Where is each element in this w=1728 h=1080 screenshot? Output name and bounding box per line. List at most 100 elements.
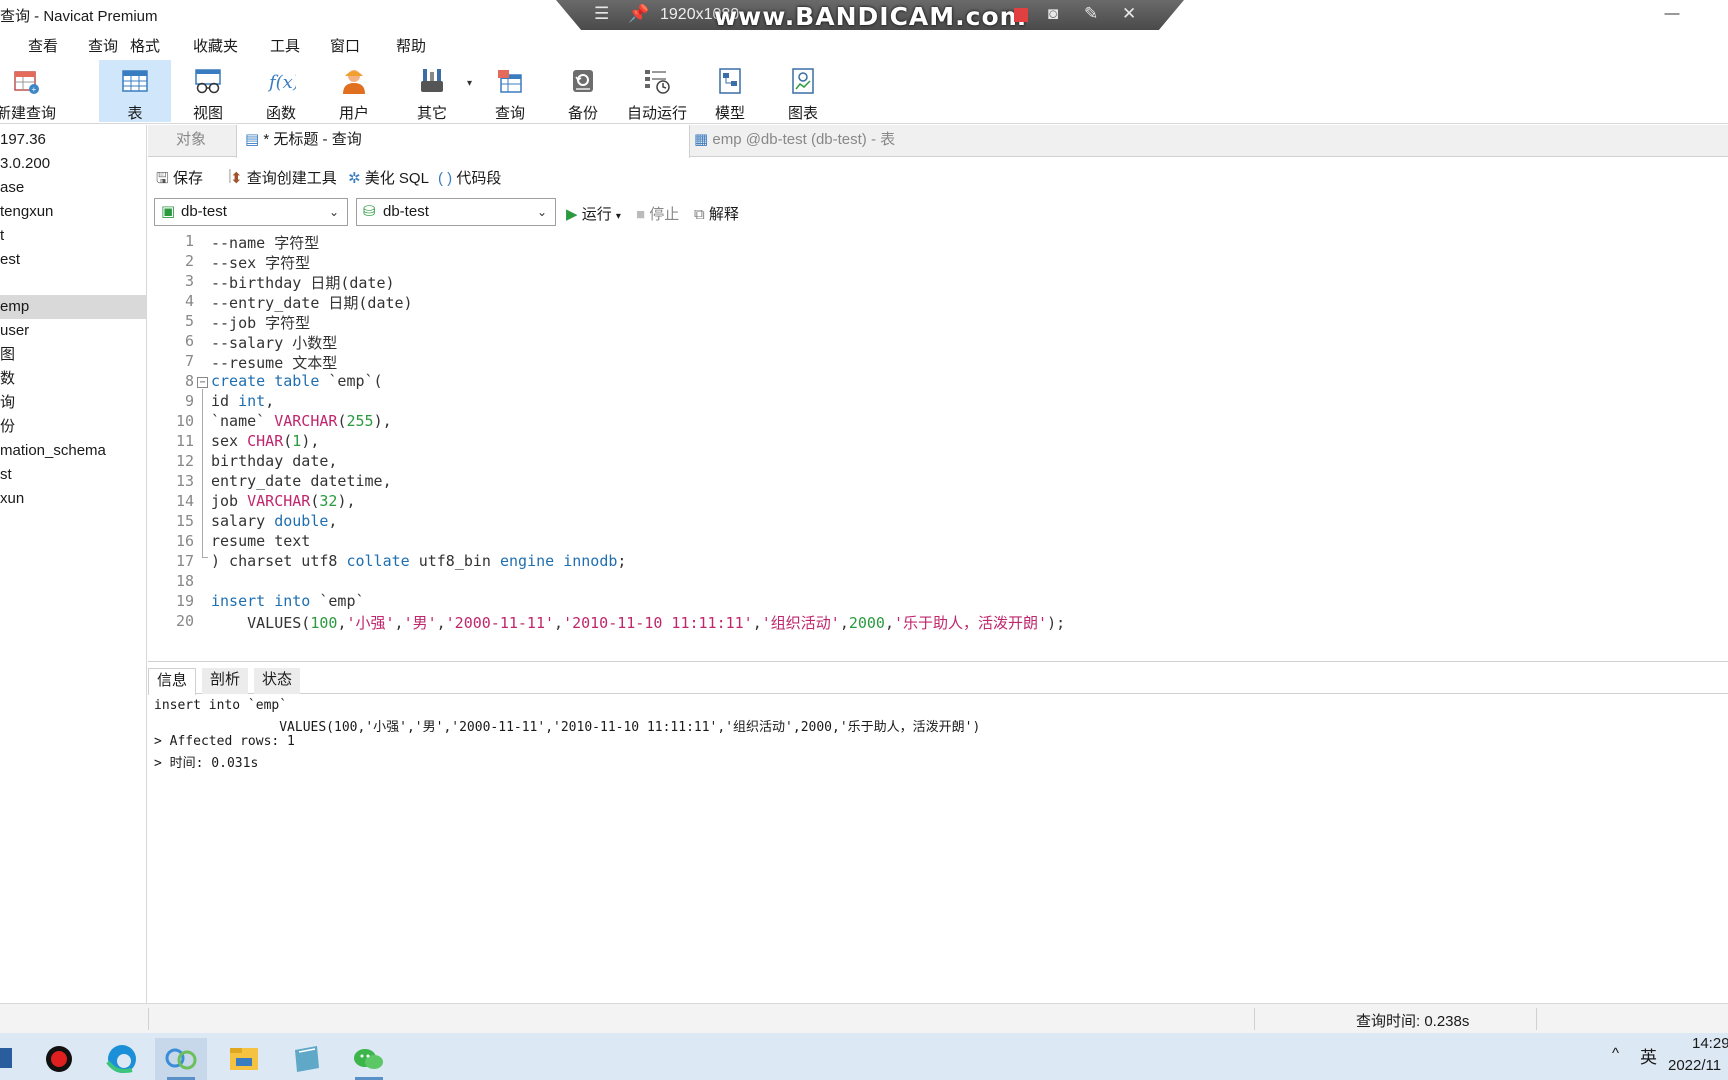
table-button[interactable]: 表 xyxy=(99,60,171,122)
code-line[interactable]: create table `emp`( xyxy=(211,372,383,390)
dropdown-caret-icon[interactable]: ▾ xyxy=(467,78,472,89)
menu-format[interactable]: 格式 xyxy=(130,35,160,56)
notebook-app-icon[interactable] xyxy=(281,1038,333,1080)
tree-item[interactable]: 图 xyxy=(0,343,146,367)
sql-editor[interactable]: 1 2 3 4 5 6 7 8 9 10 11 12 13 14 15 16 1… xyxy=(148,232,1728,662)
chart-button[interactable]: 图表 xyxy=(767,60,839,122)
tree-item[interactable]: st xyxy=(0,463,146,487)
ime-indicator[interactable]: 英 xyxy=(1640,1043,1657,1068)
code-token: utf8_bin xyxy=(409,552,500,570)
tree-item[interactable]: xun xyxy=(0,487,146,511)
view-button[interactable]: 视图 xyxy=(172,60,244,122)
wechat-app-icon[interactable] xyxy=(343,1038,395,1080)
explain-icon: ⧉ xyxy=(694,206,705,223)
code-line[interactable]: `name` VARCHAR(255), xyxy=(211,412,392,430)
code-line[interactable]: --sex 字符型 xyxy=(211,252,310,273)
tree-item[interactable]: user xyxy=(0,319,146,343)
tree-item[interactable] xyxy=(0,272,146,296)
tab-info[interactable]: 信息 xyxy=(148,668,197,695)
code-line[interactable]: --name 字符型 xyxy=(211,232,319,253)
new-query-button[interactable]: + 新建查询 xyxy=(0,60,62,122)
file-explorer-icon[interactable] xyxy=(218,1038,270,1080)
pin-icon[interactable]: 📌 xyxy=(628,4,649,24)
tools-button[interactable]: 其它 ▾ xyxy=(396,60,472,122)
tab-untitled-query[interactable]: ▤ * 无标题 - 查询 xyxy=(236,125,690,158)
code-line[interactable]: resume text xyxy=(211,532,310,550)
menu-window[interactable]: 窗口 xyxy=(330,35,360,56)
chevron-down-icon: ⌄ xyxy=(328,205,339,219)
clock-time[interactable]: 14:29 xyxy=(1692,1035,1728,1052)
tab-emp-table[interactable]: ▦ emp @db-test (db-test) - 表 xyxy=(690,125,990,157)
navicat-app-icon[interactable] xyxy=(155,1038,207,1080)
camera-icon[interactable]: ◙ xyxy=(1048,4,1058,24)
save-button[interactable]: 🖫 保存 xyxy=(156,167,203,193)
code-line[interactable]: --salary 小数型 xyxy=(211,332,337,353)
beautify-sql-button[interactable]: ✲ 美化 SQL xyxy=(348,167,429,188)
user-button[interactable]: 用户 xyxy=(318,60,390,122)
fold-toggle-icon[interactable]: − xyxy=(197,377,208,388)
code-line[interactable]: birthday date, xyxy=(211,452,337,470)
clock-date[interactable]: 2022/11 xyxy=(1668,1057,1721,1074)
code-line[interactable]: salary double, xyxy=(211,512,337,530)
tree-item[interactable]: mation_schema xyxy=(0,439,146,463)
code-line[interactable]: --job 字符型 xyxy=(211,312,310,333)
code-line[interactable]: job VARCHAR(32), xyxy=(211,492,356,510)
menu-tools[interactable]: 工具 xyxy=(270,35,300,56)
tray-overflow-icon[interactable]: ^ xyxy=(1612,1045,1619,1062)
line-number: 14 xyxy=(175,492,194,510)
tab-profile[interactable]: 剖析 xyxy=(202,668,249,694)
code-token: int xyxy=(238,392,266,410)
code-line[interactable]: --resume 文本型 xyxy=(211,352,337,373)
tree-item[interactable]: 份 xyxy=(0,415,146,439)
code-line[interactable]: --birthday 日期(date) xyxy=(211,272,395,293)
tree-item[interactable]: 197.36 xyxy=(0,128,146,152)
query-button[interactable]: 查询 xyxy=(474,60,546,122)
code-line[interactable]: insert into `emp` xyxy=(211,592,365,610)
menu-favorites[interactable]: 收藏夹 xyxy=(193,35,238,56)
tab-status[interactable]: 状态 xyxy=(254,668,301,694)
code-line[interactable]: --entry_date 日期(date) xyxy=(211,292,413,313)
query-builder-button[interactable]: ⬍ 查询创建工具 xyxy=(230,167,337,188)
tree-item[interactable]: ase xyxy=(0,176,146,200)
code-line[interactable]: entry_date datetime, xyxy=(211,472,392,490)
explain-button[interactable]: ⧉ 解释 xyxy=(694,203,739,224)
edge-browser-icon[interactable] xyxy=(96,1038,148,1080)
model-button[interactable]: 模型 xyxy=(694,60,766,122)
tab-objects[interactable]: 对象 xyxy=(166,125,206,157)
pencil-icon[interactable]: ✎ xyxy=(1084,4,1098,24)
tree-item-emp[interactable]: emp xyxy=(0,295,146,319)
code-token: '组织活动' xyxy=(761,614,840,632)
database-select[interactable]: ⛁ db-test ⌄ xyxy=(356,198,556,226)
schedule-button[interactable]: 自动运行 xyxy=(620,60,694,122)
tree-item[interactable]: t xyxy=(0,224,146,248)
line-number: 18 xyxy=(175,572,194,590)
code-line[interactable]: id int, xyxy=(211,392,274,410)
minimize-button[interactable]: — xyxy=(1660,2,1684,26)
code-line[interactable]: ) charset utf8 collate utf8_bin engine i… xyxy=(211,552,626,570)
record-app-icon[interactable] xyxy=(33,1038,85,1080)
menu-view[interactable]: 查看 xyxy=(28,35,58,56)
line-number: 20 xyxy=(175,612,194,630)
schedule-label: 自动运行 xyxy=(626,105,687,122)
menu-query[interactable]: 查询 xyxy=(88,35,118,56)
record-stop-icon[interactable] xyxy=(1014,8,1028,22)
tree-item[interactable]: tengxun xyxy=(0,200,146,224)
taskbar-app-icon[interactable] xyxy=(0,1038,30,1080)
code-snippet-button[interactable]: ( ) 代码段 xyxy=(438,167,501,188)
code-line[interactable]: VALUES(100,'小强','男','2000-11-11','2010-1… xyxy=(211,612,1065,633)
menu-help[interactable]: 帮助 xyxy=(396,35,426,56)
stop-button[interactable]: ■ 停止 xyxy=(636,203,679,224)
code-token: '乐于助人，活泼开朗' xyxy=(894,614,1048,632)
run-button[interactable]: ▶ 运行 ▾ xyxy=(566,203,621,224)
code-line[interactable]: sex CHAR(1), xyxy=(211,432,319,450)
tree-item[interactable]: est xyxy=(0,248,146,272)
menu-icon[interactable]: ☰ xyxy=(594,4,609,24)
tree-item[interactable]: 3.0.200 xyxy=(0,152,146,176)
connection-select[interactable]: ▣ db-test ⌄ xyxy=(154,198,348,226)
close-icon[interactable]: ✕ xyxy=(1122,4,1136,24)
function-button[interactable]: f(x) 函数 xyxy=(245,60,317,122)
save-label: 保存 xyxy=(172,170,203,187)
tree-item[interactable]: 数 xyxy=(0,367,146,391)
tree-item[interactable]: 询 xyxy=(0,391,146,415)
backup-button[interactable]: 备份 xyxy=(547,60,619,122)
